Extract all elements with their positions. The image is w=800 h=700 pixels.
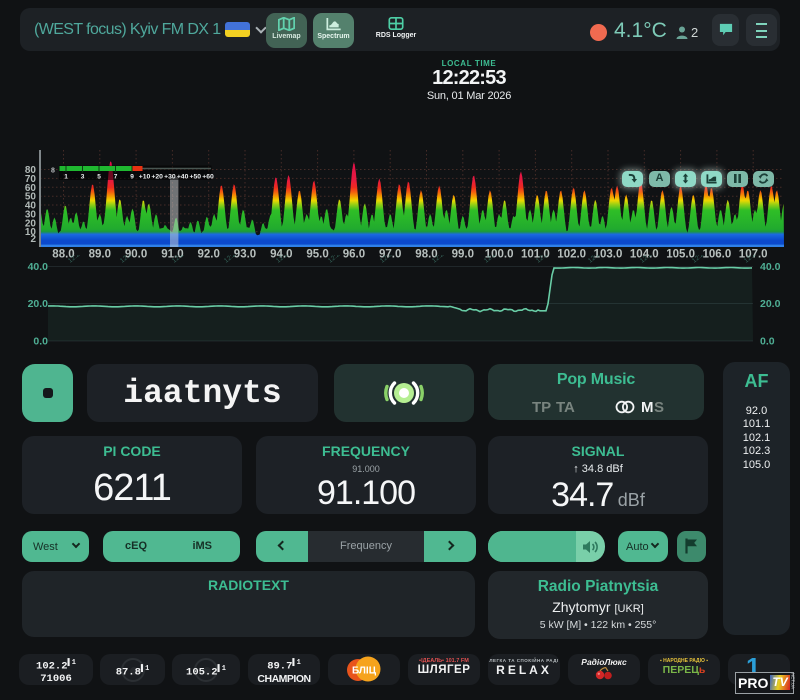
svg-text:20.0: 20.0: [28, 298, 49, 310]
svg-text:40.0: 40.0: [28, 261, 49, 273]
svg-text:+30: +30: [164, 174, 176, 181]
svg-text:+60: +60: [202, 174, 214, 181]
svg-text:9: 9: [130, 174, 134, 181]
svg-text:3: 3: [81, 174, 85, 181]
svg-text:БЛІЦ: БЛІЦ: [352, 666, 377, 677]
svg-text:40.0: 40.0: [760, 261, 781, 273]
svg-text:12:23:00: 12:23:00: [587, 255, 612, 265]
svg-text:12:21:15: 12:21:15: [223, 255, 248, 265]
svg-text:+50: +50: [190, 174, 202, 181]
svg-text:+10: +10: [139, 174, 151, 181]
svg-text:12:21:00: 12:21:00: [171, 255, 196, 265]
svg-text:1: 1: [64, 174, 68, 181]
svg-text:8: 8: [51, 168, 55, 175]
svg-text:20.0: 20.0: [760, 298, 781, 310]
svg-text:12:22:45: 12:22:45: [535, 255, 560, 265]
svg-text:12:22:30: 12:22:30: [483, 255, 508, 265]
svg-text:5: 5: [97, 174, 101, 181]
svg-text:0.0: 0.0: [33, 336, 48, 348]
svg-text:7: 7: [114, 174, 118, 181]
svg-text:12:23:30: 12:23:30: [691, 255, 716, 265]
svg-text:12:21:30: 12:21:30: [275, 255, 300, 265]
svg-text:12:21:45: 12:21:45: [327, 255, 352, 265]
svg-text:12:20:30: 12:20:30: [67, 255, 92, 265]
svg-text:12:22:15: 12:22:15: [431, 255, 456, 265]
svg-text:2: 2: [30, 234, 36, 245]
svg-text:12:23:15: 12:23:15: [639, 255, 664, 265]
svg-text:12:20:45: 12:20:45: [119, 255, 144, 265]
svg-text:80: 80: [25, 165, 37, 176]
svg-text:0.0: 0.0: [760, 336, 775, 348]
svg-text:12:22:00: 12:22:00: [379, 255, 404, 265]
svg-text:+20: +20: [151, 174, 163, 181]
svg-text:+40: +40: [177, 174, 189, 181]
